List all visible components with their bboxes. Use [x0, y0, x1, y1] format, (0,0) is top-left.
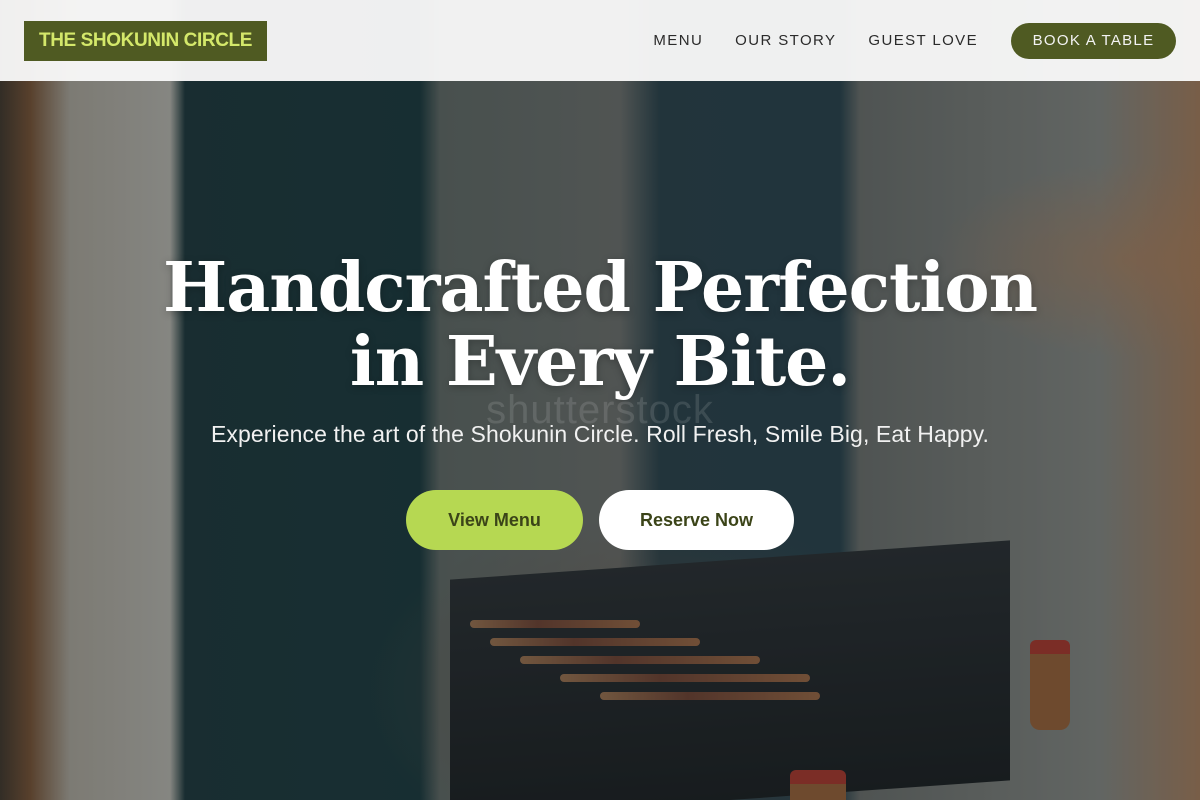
hero-headline: Handcrafted Perfection in Every Bite.: [0, 251, 1200, 399]
hero-cta-group: View Menu Reserve Now: [0, 490, 1200, 550]
reserve-now-button[interactable]: Reserve Now: [599, 490, 794, 550]
hero-headline-line-2: in Every Bite.: [349, 322, 851, 402]
nav-link-menu[interactable]: MENU: [653, 32, 703, 49]
hero-subheadline: Experience the art of the Shokunin Circl…: [210, 421, 990, 447]
brand-logo[interactable]: THE SHOKUNIN CIRCLE: [24, 20, 267, 61]
top-navigation: THE SHOKUNIN CIRCLE MENU OUR STORY GUEST…: [0, 0, 1200, 81]
book-table-button[interactable]: BOOK A TABLE: [1011, 22, 1176, 59]
nav-link-our-story[interactable]: OUR STORY: [735, 32, 836, 49]
nav-links: MENU OUR STORY GUEST LOVE BOOK A TABLE: [653, 22, 1176, 59]
view-menu-button[interactable]: View Menu: [406, 490, 583, 550]
hero-headline-line-1: Handcrafted Perfection: [162, 248, 1038, 328]
nav-link-guest-love[interactable]: GUEST LOVE: [868, 32, 978, 49]
